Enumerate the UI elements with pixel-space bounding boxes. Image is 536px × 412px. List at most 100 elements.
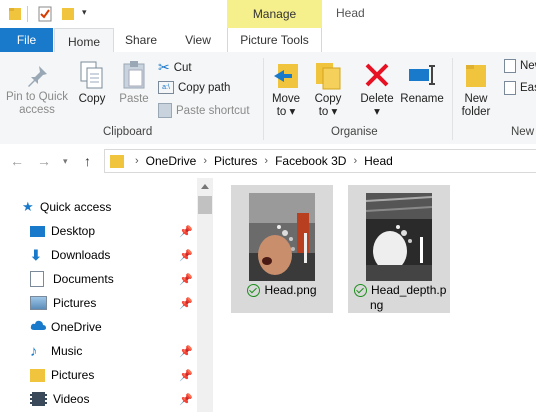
file-tile-head[interactable]: Head.png [231, 185, 333, 313]
copy-icon [78, 60, 106, 90]
paste-label: Paste [119, 93, 149, 105]
copy-label: Copy [78, 93, 106, 105]
paste-button[interactable]: Paste [115, 60, 153, 106]
rename-button[interactable]: Rename [400, 60, 444, 106]
file-name: Head.png [231, 283, 333, 298]
manage-contextual-tab[interactable]: Manage [227, 0, 322, 28]
tab-file[interactable]: File [0, 28, 53, 52]
desktop-icon [30, 225, 45, 237]
delete-label: Delete ▾ [360, 93, 394, 118]
navigation-pane-scrollbar[interactable] [197, 178, 213, 412]
breadcrumb-separator-icon[interactable]: › [264, 155, 268, 167]
folder-icon [110, 154, 124, 168]
nav-item-downloads[interactable]: ⬇ Downloads 📌 [30, 244, 197, 266]
pin-icon[interactable]: 📌 [179, 273, 193, 286]
copy-button[interactable]: Copy [74, 60, 110, 106]
tab-home[interactable]: Home [54, 28, 114, 54]
organise-group-label: Organise [331, 126, 378, 138]
navigation-pane: ★ Quick access Desktop 📌 ⬇ Downloads 📌 D… [0, 178, 213, 412]
tab-view[interactable]: View [172, 28, 224, 52]
nav-item-music[interactable]: ♪ Music 📌 [30, 340, 197, 362]
breadcrumb-onedrive[interactable]: OneDrive [146, 154, 197, 168]
star-icon: ★ [22, 199, 34, 214]
nav-item-label: Pictures [51, 368, 95, 382]
cut-button[interactable]: ✂ Cut [158, 59, 192, 76]
new-item-icon [504, 59, 516, 73]
ribbon-group-divider [263, 58, 264, 140]
move-to-button[interactable]: Move to ▾ [268, 60, 304, 119]
file-tile-head-depth[interactable]: Head_depth.p ng [348, 185, 450, 313]
pin-icon[interactable]: 📌 [179, 297, 193, 310]
ribbon-tab-row: File Home Share View Picture Tools [0, 28, 536, 54]
clipboard-group-label: Clipboard [103, 126, 153, 138]
copy-path-label: Copy path [178, 81, 231, 94]
new-folder-icon[interactable] [61, 6, 75, 22]
scissors-icon: ✂ [158, 59, 170, 75]
ribbon-group-divider [452, 58, 453, 140]
copy-to-button[interactable]: Copy to ▾ [310, 60, 346, 119]
pin-icon[interactable]: 📌 [179, 225, 193, 238]
new-item-button[interactable]: New [504, 59, 536, 73]
nav-item-videos[interactable]: Videos 📌 [30, 388, 197, 410]
nav-item-quick-access[interactable]: ★ Quick access [22, 196, 197, 218]
new-folder-icon [462, 60, 490, 90]
file-name-text: Head_depth.p [371, 283, 447, 297]
easy-access-button[interactable]: Eas [504, 81, 536, 95]
move-to-icon [272, 60, 300, 90]
pin-icon [25, 64, 49, 88]
properties-icon[interactable] [38, 6, 52, 22]
pin-label: Pin to Quick access [6, 91, 68, 116]
scroll-thumb[interactable] [198, 196, 212, 214]
tab-picture-tools[interactable]: Picture Tools [227, 28, 322, 52]
folder-icon [30, 368, 45, 382]
pin-icon[interactable]: 📌 [179, 345, 193, 358]
file-name-text: Head.png [264, 283, 317, 297]
copy-path-icon: a:\ [158, 81, 174, 94]
synced-check-icon [354, 284, 367, 297]
tab-share[interactable]: Share [116, 28, 166, 52]
nav-item-pictures[interactable]: Pictures 📌 [30, 292, 197, 314]
cloud-icon [30, 320, 46, 334]
copy-path-button[interactable]: a:\ Copy path [158, 81, 230, 94]
nav-item-onedrive[interactable]: OneDrive [30, 316, 197, 338]
image-thumbnail [249, 193, 315, 281]
new-folder-button[interactable]: New folder [456, 60, 496, 119]
nav-item-label: Documents [53, 272, 114, 286]
nav-item-documents[interactable]: Documents 📌 [30, 268, 197, 290]
back-arrow-icon[interactable]: ← [10, 153, 24, 169]
file-name: Head_depth.p ng [348, 283, 450, 313]
delete-button[interactable]: Delete ▾ [358, 60, 396, 119]
breadcrumb-pictures[interactable]: Pictures [214, 154, 257, 168]
nav-item-label: Quick access [40, 200, 112, 214]
breadcrumb-separator-icon[interactable]: › [135, 155, 139, 167]
pin-icon[interactable]: 📌 [179, 393, 193, 406]
nav-item-desktop[interactable]: Desktop 📌 [30, 220, 197, 242]
address-bar[interactable]: › OneDrive › Pictures › Facebook 3D › He… [104, 149, 536, 173]
paste-shortcut-button[interactable]: Paste shortcut [158, 103, 250, 118]
new-item-label: New [520, 60, 536, 72]
folder-icon[interactable] [8, 6, 22, 22]
breadcrumb-head[interactable]: Head [364, 154, 393, 168]
nav-item-label: Downloads [51, 248, 111, 262]
new-folder-label: New folder [461, 93, 491, 118]
nav-item-pictures-folder[interactable]: Pictures 📌 [30, 364, 197, 386]
title-bar: ▾ Manage Head [0, 0, 536, 28]
cut-label: Cut [173, 61, 192, 74]
scroll-up-arrow-icon[interactable] [201, 184, 209, 189]
nav-item-label: Desktop [51, 224, 96, 238]
easy-access-icon [504, 81, 516, 95]
recent-locations-chevron-icon[interactable]: ▾ [63, 156, 68, 167]
forward-arrow-icon[interactable]: → [37, 153, 51, 169]
window-title: Head [336, 6, 365, 20]
breadcrumb-separator-icon[interactable]: › [353, 155, 357, 167]
up-arrow-icon[interactable]: ↑ [84, 153, 91, 169]
pin-to-quick-access-button[interactable]: Pin to Quick access [4, 64, 70, 117]
film-icon [30, 392, 47, 406]
paste-shortcut-icon [158, 103, 172, 118]
copy-to-label: Copy to ▾ [314, 93, 342, 118]
pin-icon[interactable]: 📌 [179, 369, 193, 382]
breadcrumb-facebook-3d[interactable]: Facebook 3D [275, 154, 346, 168]
customize-quick-access-icon[interactable]: ▾ [82, 7, 87, 18]
breadcrumb-separator-icon[interactable]: › [203, 155, 207, 167]
pin-icon[interactable]: 📌 [179, 249, 193, 262]
